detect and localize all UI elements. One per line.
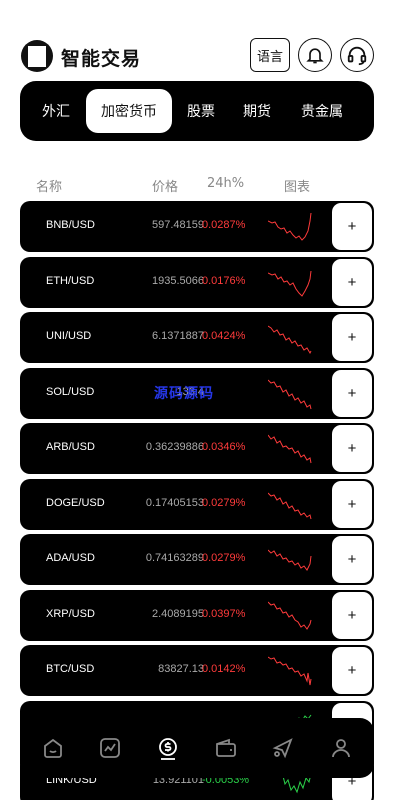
market-row[interactable]: DOGE/USD 0.17405153 0.0279% + bbox=[20, 478, 374, 530]
row-price: 0.36239886 bbox=[145, 441, 204, 453]
app-header: 智能交易 语言 bbox=[20, 38, 374, 74]
row-change: 0.0287% bbox=[202, 219, 246, 231]
tab-crypto[interactable]: 加密货币 bbox=[86, 89, 172, 133]
sparkline-chart bbox=[268, 656, 312, 686]
column-change: 24h% bbox=[207, 176, 245, 191]
nav-share[interactable] bbox=[263, 728, 303, 768]
notification-button[interactable] bbox=[298, 38, 332, 72]
app-title: 智能交易 bbox=[61, 48, 142, 70]
logo-icon bbox=[21, 40, 53, 72]
add-watchlist-button[interactable]: + bbox=[332, 647, 372, 694]
row-symbol: XRP/USD bbox=[46, 607, 95, 620]
headset-icon bbox=[347, 46, 367, 66]
row-change: 0.0176% bbox=[202, 274, 246, 287]
bell-icon bbox=[306, 48, 324, 64]
category-tabs: 外汇 加密货币 股票 期货 贵金属 bbox=[20, 81, 374, 141]
row-symbol: BTC/USD bbox=[46, 663, 95, 675]
add-watchlist-button[interactable]: + bbox=[332, 203, 372, 250]
row-price: 6.1371887 bbox=[152, 330, 204, 342]
sparkline-chart bbox=[268, 492, 312, 519]
market-row[interactable]: BTC/USD 83827.13 0.0142% + bbox=[20, 645, 374, 696]
row-symbol: BNB/USD bbox=[46, 219, 95, 231]
row-price: 0.74163289 bbox=[145, 552, 204, 564]
sparkline-chart bbox=[268, 270, 312, 297]
sparkline-chart bbox=[268, 549, 312, 571]
customer-service-button[interactable] bbox=[340, 38, 374, 72]
add-watchlist-button[interactable]: + bbox=[332, 591, 372, 639]
sparkline-chart bbox=[268, 601, 312, 630]
add-watchlist-button[interactable]: + bbox=[332, 425, 372, 472]
watermark-text: 源码源码 bbox=[154, 386, 214, 402]
nav-profile[interactable] bbox=[321, 728, 361, 768]
sparkline-chart bbox=[268, 434, 312, 464]
column-chart: 图表 bbox=[284, 180, 311, 195]
column-price: 价格 bbox=[152, 180, 179, 195]
nav-trade[interactable] bbox=[148, 728, 188, 768]
sparkline-chart bbox=[268, 379, 312, 409]
market-row[interactable]: ADA/USD 0.74163289 0.0279% + bbox=[20, 534, 374, 585]
row-price: 1935.5066 bbox=[152, 274, 204, 287]
tab-precious-metals[interactable]: 贵金属 bbox=[284, 89, 360, 133]
row-symbol: ARB/USD bbox=[46, 441, 95, 453]
tab-forex[interactable]: 外汇 bbox=[26, 89, 86, 133]
row-change: 0.0142% bbox=[202, 663, 246, 675]
wallet-icon bbox=[215, 738, 236, 757]
language-button[interactable]: 语言 bbox=[250, 38, 290, 72]
row-price: 2.4089195 bbox=[152, 607, 204, 620]
row-symbol: SOL/USD bbox=[46, 385, 95, 398]
row-change: 0.0397% bbox=[202, 607, 246, 620]
sparkline-chart bbox=[268, 325, 312, 355]
share-icon bbox=[272, 738, 294, 759]
row-symbol: DOGE/USD bbox=[46, 496, 105, 509]
row-symbol: ADA/USD bbox=[46, 552, 95, 564]
sparkline-chart bbox=[268, 212, 312, 241]
column-name: 名称 bbox=[36, 180, 63, 195]
row-change: 0.0424% bbox=[202, 330, 246, 342]
nav-market[interactable] bbox=[90, 728, 130, 768]
market-row[interactable]: UNI/USD 6.1371887 0.0424% + bbox=[20, 312, 374, 363]
row-price: 83827.13 bbox=[158, 663, 204, 675]
nav-wallet[interactable] bbox=[206, 728, 246, 768]
market-row[interactable]: ETH/USD 1935.5066 0.0176% + bbox=[20, 256, 374, 308]
trade-coin-icon bbox=[159, 738, 178, 760]
nav-home[interactable] bbox=[33, 728, 73, 768]
add-watchlist-button[interactable]: + bbox=[332, 314, 372, 361]
bottom-nav bbox=[20, 718, 374, 778]
user-icon bbox=[332, 739, 351, 758]
row-symbol: UNI/USD bbox=[46, 330, 92, 342]
market-chart-icon bbox=[100, 738, 121, 758]
row-change: 0.0346% bbox=[202, 441, 246, 453]
add-watchlist-button[interactable]: + bbox=[332, 480, 372, 528]
row-price: 597.48159 bbox=[152, 219, 204, 231]
add-watchlist-button[interactable]: + bbox=[332, 536, 372, 583]
row-change: 0.0279% bbox=[202, 496, 246, 509]
market-row[interactable]: XRP/USD 2.4089195 0.0397% + bbox=[20, 589, 374, 641]
market-row[interactable]: ARB/USD 0.36239886 0.0346% + bbox=[20, 423, 374, 474]
add-watchlist-button[interactable]: + bbox=[332, 258, 372, 306]
add-watchlist-button[interactable]: + bbox=[332, 369, 372, 417]
row-symbol: ETH/USD bbox=[46, 274, 95, 287]
market-row[interactable]: BNB/USD 597.48159 0.0287% + bbox=[20, 201, 374, 252]
tab-stocks[interactable]: 股票 bbox=[172, 89, 230, 133]
row-change: 0.0279% bbox=[202, 552, 246, 564]
row-price: 0.17405153 bbox=[145, 496, 204, 509]
home-icon bbox=[43, 738, 62, 758]
tab-futures[interactable]: 期货 bbox=[230, 89, 284, 133]
